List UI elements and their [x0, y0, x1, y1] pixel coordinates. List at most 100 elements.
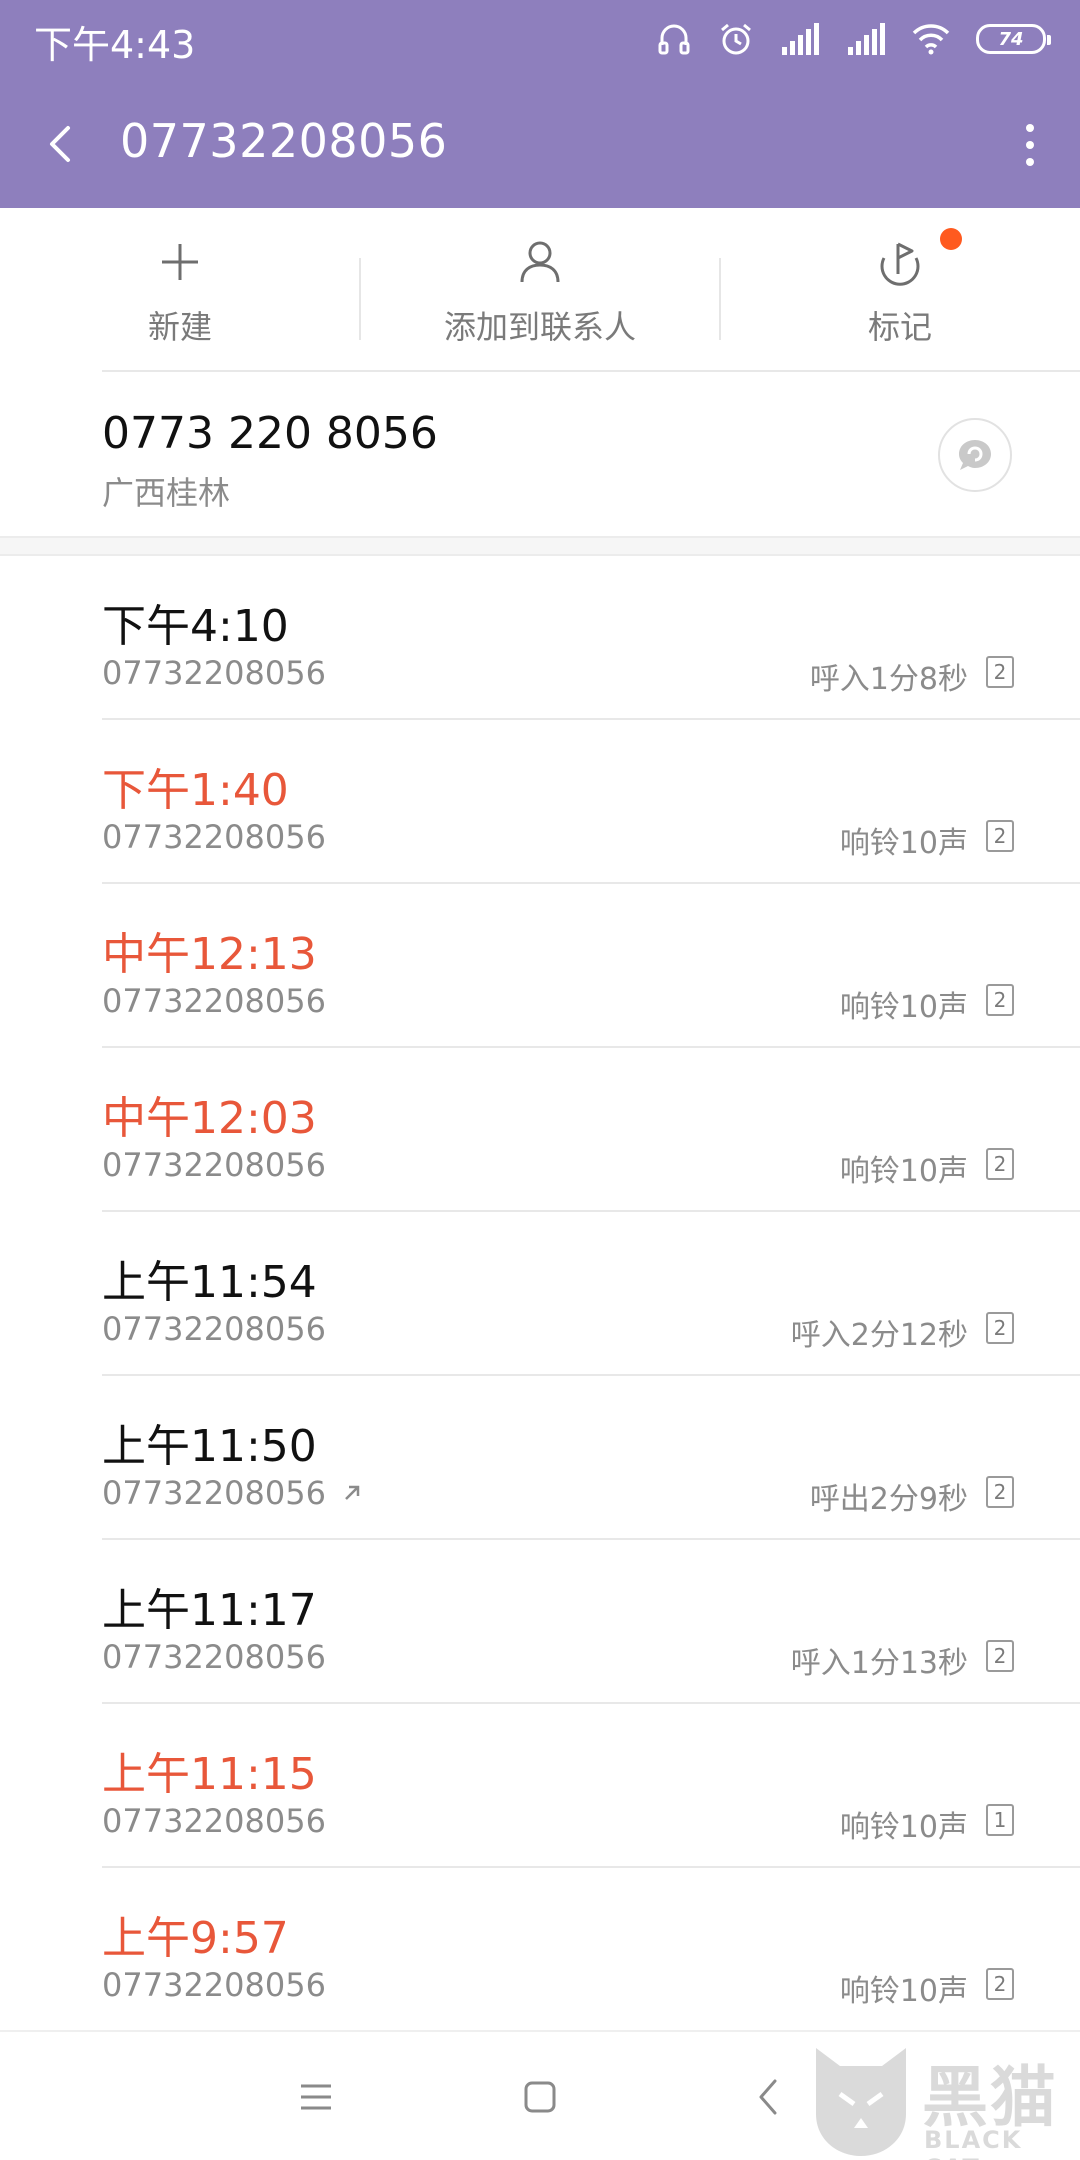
- call-time: 上午11:17: [102, 1585, 317, 1636]
- action-divider: [359, 258, 361, 340]
- call-time: 上午11:15: [102, 1749, 317, 1800]
- sim-badge: 1: [986, 1804, 1014, 1836]
- call-number: 07732208056: [102, 1146, 326, 1184]
- call-number: 07732208056: [102, 982, 326, 1020]
- more-dot-icon: [1026, 141, 1034, 149]
- home-button[interactable]: [480, 2032, 600, 2160]
- call-detail-screen: 下午4:43 74 07732208056 新建 添加到联系人 标记 0773 …: [0, 0, 1080, 2160]
- status-icons: 74: [656, 18, 1051, 60]
- add-to-contacts-button[interactable]: 添加到联系人: [360, 208, 720, 370]
- signal-icon: [848, 23, 885, 55]
- sim-badge: 2: [986, 1968, 1014, 2000]
- message-icon: [959, 440, 991, 470]
- call-time: 上午11:54: [102, 1257, 317, 1308]
- status-time: 下午4:43: [34, 23, 196, 67]
- action-row: 新建 添加到联系人 标记: [0, 208, 1080, 370]
- call-duration: 响铃10声: [839, 826, 968, 861]
- page-title: 07732208056: [120, 114, 448, 168]
- black-cat-logo-icon: [816, 2048, 906, 2156]
- call-number: 07732208056: [102, 1638, 326, 1676]
- call-time: 下午1:40: [102, 765, 289, 816]
- call-log-row[interactable]: 下午4:10 07732208056 呼入1分8秒 2: [0, 556, 1080, 720]
- call-number: 07732208056: [102, 1802, 326, 1840]
- sim-badge: 2: [986, 1640, 1014, 1672]
- call-number: 07732208056: [102, 654, 326, 692]
- new-contact-button[interactable]: 新建: [0, 208, 360, 370]
- mark-number-button[interactable]: 标记: [720, 208, 1080, 370]
- call-number-text: 07732208056: [102, 654, 326, 692]
- call-log-row[interactable]: 上午9:57 07732208056 响铃10声 2: [0, 1868, 1080, 2032]
- back-button[interactable]: [40, 114, 80, 174]
- call-number-text: 07732208056: [102, 1638, 326, 1676]
- more-dot-icon: [1026, 124, 1034, 132]
- call-time: 上午11:50: [102, 1421, 317, 1472]
- call-log-row[interactable]: 上午11:54 07732208056 呼入2分12秒 2: [0, 1212, 1080, 1376]
- call-number: 07732208056: [102, 1966, 326, 2004]
- sim-badge: 2: [986, 656, 1014, 688]
- call-time: 上午9:57: [102, 1913, 289, 1964]
- contact-info: 0773 220 8056 广西桂林: [0, 372, 1080, 534]
- call-log-row[interactable]: 上午11:15 07732208056 响铃10声 1: [0, 1704, 1080, 1868]
- call-log-row[interactable]: 上午11:17 07732208056 呼入1分13秒 2: [0, 1540, 1080, 1704]
- call-time: 中午12:13: [102, 929, 317, 980]
- section-gap: [0, 536, 1080, 556]
- outgoing-arrow-icon: [345, 1485, 360, 1500]
- call-log-row[interactable]: 下午1:40 07732208056 响铃10声 2: [0, 720, 1080, 884]
- call-duration: 呼入2分12秒: [790, 1318, 968, 1353]
- menu-button[interactable]: [256, 2032, 376, 2160]
- sim-badge: 2: [986, 1148, 1014, 1180]
- flag-icon: [880, 242, 920, 286]
- contact-number: 0773 220 8056: [102, 408, 438, 459]
- mark-number-label: 标记: [867, 308, 932, 346]
- more-dot-icon: [1026, 158, 1034, 166]
- call-duration: 响铃10声: [839, 1154, 968, 1189]
- call-duration: 呼入1分13秒: [790, 1646, 968, 1681]
- back-icon: [759, 2079, 777, 2115]
- status-bar: 下午4:43 74: [0, 0, 1080, 76]
- add-to-contacts-label: 添加到联系人: [443, 308, 636, 346]
- contact-location: 广西桂林: [102, 474, 231, 512]
- action-divider: [719, 258, 721, 340]
- sim-badge: 2: [986, 1312, 1014, 1344]
- call-time: 下午4:10: [102, 601, 289, 652]
- headset-icon: [658, 24, 690, 55]
- call-number-text: 07732208056: [102, 982, 326, 1020]
- call-number-text: 07732208056: [102, 818, 326, 856]
- call-duration: 响铃10声: [839, 1810, 968, 1845]
- call-number-text: 07732208056: [102, 1966, 326, 2004]
- call-time: 中午12:03: [102, 1093, 317, 1144]
- call-number: 07732208056: [102, 818, 326, 856]
- call-duration: 呼入1分8秒: [809, 662, 968, 697]
- call-log-row[interactable]: 中午12:13 07732208056 响铃10声 2: [0, 884, 1080, 1048]
- message-button[interactable]: [938, 418, 1012, 492]
- call-number: 07732208056: [102, 1474, 364, 1512]
- signal-icon: [782, 23, 819, 55]
- new-contact-label: 新建: [147, 308, 212, 346]
- watermark-subtext: BLACK CAT: [924, 2126, 1023, 2160]
- alarm-icon: [721, 23, 751, 55]
- more-options-button[interactable]: [1016, 120, 1044, 170]
- call-number: 07732208056: [102, 1310, 326, 1348]
- back-arrow-icon: [50, 126, 70, 162]
- home-icon: [524, 2081, 556, 2113]
- menu-icon: [301, 2084, 331, 2110]
- battery-level: 74: [998, 28, 1024, 50]
- notification-dot: [940, 228, 962, 250]
- title-bar: 07732208056: [0, 100, 1080, 190]
- watermark: 黑猫 BLACK CAT: [806, 2044, 1076, 2160]
- sim-badge: 2: [986, 820, 1014, 852]
- sim-badge: 2: [986, 984, 1014, 1016]
- header: 下午4:43 74 07732208056: [0, 0, 1080, 208]
- call-log-row[interactable]: 中午12:03 07732208056 响铃10声 2: [0, 1048, 1080, 1212]
- call-log-row[interactable]: 上午11:50 07732208056 呼出2分9秒 2: [0, 1376, 1080, 1540]
- call-number-text: 07732208056: [102, 1802, 326, 1840]
- call-duration: 响铃10声: [839, 1974, 968, 2009]
- person-icon: [520, 241, 560, 283]
- wifi-icon: [912, 24, 950, 55]
- plus-icon: [162, 244, 198, 280]
- call-number-text: 07732208056: [102, 1146, 326, 1184]
- sim-badge: 2: [986, 1476, 1014, 1508]
- call-number-text: 07732208056: [102, 1474, 326, 1512]
- call-duration: 响铃10声: [839, 990, 968, 1025]
- battery-icon: 74: [976, 24, 1051, 54]
